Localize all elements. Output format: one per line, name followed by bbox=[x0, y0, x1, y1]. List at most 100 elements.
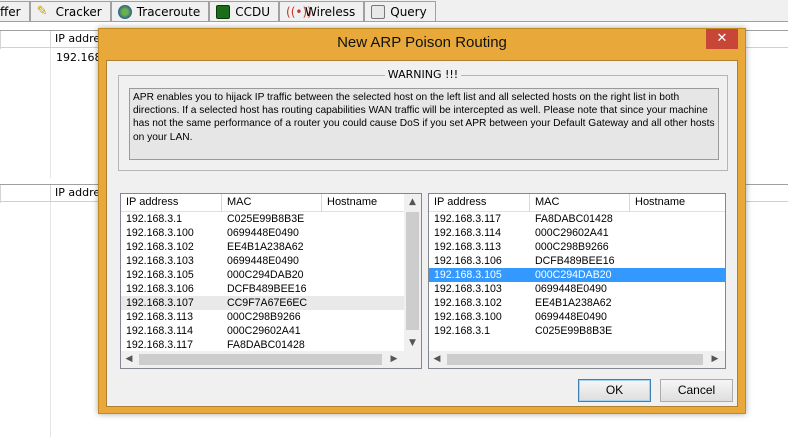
right-col-hostname[interactable]: Hostname bbox=[630, 194, 725, 212]
tab-ccdu[interactable]: CCDU bbox=[209, 1, 280, 21]
scroll-down-icon[interactable]: ▼ bbox=[404, 335, 421, 351]
host-list-row[interactable]: 192.168.3.1 C025E99B8B3E bbox=[121, 212, 404, 226]
row-mac-address: C025E99B8B3E bbox=[227, 213, 305, 225]
right-col-ip[interactable]: IP address bbox=[429, 194, 530, 212]
row-mac-address: 0699448E0490 bbox=[227, 255, 299, 267]
row-ip-address: 192.168.3.103 bbox=[126, 255, 194, 267]
row-ip-address: 192.168.3.100 bbox=[126, 227, 194, 239]
tab-query[interactable]: Query bbox=[364, 1, 436, 21]
tab-traceroute[interactable]: Traceroute bbox=[110, 1, 210, 21]
scroll-thumb[interactable] bbox=[406, 212, 419, 330]
top-list-col-blank bbox=[0, 31, 50, 49]
host-list-row[interactable]: 192.168.3.106 DCFB489BEE16 bbox=[121, 282, 404, 296]
row-ip-address: 192.168.3.114 bbox=[434, 227, 501, 239]
left-vertical-scrollbar[interactable]: ▲ ▼ bbox=[404, 194, 421, 351]
row-mac-address: 000C298B9266 bbox=[535, 241, 609, 253]
host-list-row[interactable]: 192.168.3.105 000C294DAB20 bbox=[121, 268, 404, 282]
wireless-icon: ((•)) bbox=[286, 4, 312, 19]
row-ip-address: 192.168.3.106 bbox=[126, 283, 194, 295]
host-list-row[interactable]: 192.168.3.106 DCFB489BEE16 bbox=[429, 254, 725, 268]
scroll-left-icon[interactable]: ◀ bbox=[121, 351, 137, 368]
row-mac-address: EE4B1A238A62 bbox=[535, 297, 612, 309]
top-list-gridline bbox=[50, 48, 51, 178]
host-list-row[interactable]: 192.168.3.113 000C298B9266 bbox=[121, 310, 404, 324]
row-ip-address: 192.168.3.102 bbox=[126, 241, 194, 253]
row-mac-address: DCFB489BEE16 bbox=[227, 283, 307, 295]
row-mac-address: 000C29602A41 bbox=[227, 325, 301, 337]
host-list-row[interactable]: 192.168.3.117 FA8DABC01428 bbox=[121, 338, 404, 352]
host-list-row[interactable]: 192.168.3.103 0699448E0490 bbox=[429, 282, 725, 296]
bottom-list-gridline bbox=[50, 202, 51, 437]
host-list-row[interactable]: 192.168.3.100 0699448E0490 bbox=[121, 226, 404, 240]
close-button[interactable]: ✕ bbox=[706, 29, 738, 49]
host-list-row[interactable]: 192.168.3.1 C025E99B8B3E bbox=[429, 324, 725, 338]
main-tab-bar: ffer ✎ Cracker Traceroute CCDU ((•)) Wir… bbox=[0, 0, 788, 22]
host-list-row[interactable]: 192.168.3.105 000C294DAB20 bbox=[429, 268, 725, 282]
scroll-left-icon[interactable]: ◀ bbox=[429, 351, 445, 368]
traceroute-icon bbox=[117, 4, 132, 19]
row-ip-address: 192.168.3.107 bbox=[126, 297, 194, 309]
right-list-rows: 192.168.3.117 FA8DABC01428 192.168.3.114 00… bbox=[429, 212, 725, 338]
tab-sniffer[interactable]: ffer bbox=[0, 1, 30, 21]
scroll-right-icon[interactable]: ▶ bbox=[707, 351, 723, 368]
row-mac-address: C025E99B8B3E bbox=[535, 325, 613, 337]
row-ip-address: 192.168.3.103 bbox=[434, 283, 502, 295]
close-icon: ✕ bbox=[716, 31, 728, 46]
host-list-row[interactable]: 192.168.3.117 FA8DABC01428 bbox=[429, 212, 725, 226]
row-mac-address: FA8DABC01428 bbox=[535, 213, 613, 225]
cracker-icon: ✎ bbox=[36, 3, 48, 19]
host-list-row[interactable]: 192.168.3.113 000C298B9266 bbox=[429, 240, 725, 254]
tab-cracker[interactable]: ✎ Cracker bbox=[29, 1, 111, 21]
host-list-row[interactable]: 192.168.3.102 EE4B1A238A62 bbox=[429, 296, 725, 310]
row-ip-address: 192.168.3.1 bbox=[126, 213, 182, 225]
row-mac-address: 000C294DAB20 bbox=[535, 269, 612, 281]
right-horizontal-scrollbar[interactable]: ◀ ▶ bbox=[429, 351, 725, 368]
row-mac-address: CC9F7A67E6EC bbox=[227, 297, 308, 309]
left-col-ip[interactable]: IP address bbox=[121, 194, 222, 212]
row-ip-address: 192.168.3.105 bbox=[126, 269, 194, 281]
dialog-client-area: WARNING !!! APR enables you to hijack IP… bbox=[106, 60, 738, 407]
warning-groupbox: WARNING !!! APR enables you to hijack IP… bbox=[118, 68, 728, 171]
dialog-titlebar[interactable]: New ARP Poison Routing ✕ bbox=[99, 29, 745, 59]
row-ip-address: 192.168.3.117 bbox=[126, 339, 193, 351]
ok-button[interactable]: OK bbox=[578, 379, 651, 402]
ccdu-icon bbox=[216, 4, 231, 19]
row-ip-address: 192.168.3.100 bbox=[434, 311, 502, 323]
scroll-up-icon[interactable]: ▲ bbox=[404, 194, 421, 210]
scroll-right-icon[interactable]: ▶ bbox=[386, 351, 402, 368]
left-host-list[interactable]: IP address MAC Hostname 192.168.3.1 C025E… bbox=[120, 193, 422, 369]
row-mac-address: 000C29602A41 bbox=[535, 227, 609, 239]
cancel-button[interactable]: Cancel bbox=[660, 379, 733, 402]
scroll-thumb[interactable] bbox=[447, 354, 703, 365]
dialog-title: New ARP Poison Routing bbox=[337, 34, 507, 51]
left-col-hostname[interactable]: Hostname bbox=[322, 194, 404, 212]
right-host-list[interactable]: IP address MAC Hostname 192.168.3.117 FA8… bbox=[428, 193, 726, 369]
row-ip-address: 192.168.3.102 bbox=[434, 297, 502, 309]
arp-routing-dialog: New ARP Poison Routing ✕ WARNING !!! APR… bbox=[98, 28, 746, 414]
query-icon bbox=[371, 4, 386, 19]
left-horizontal-scrollbar[interactable]: ◀ ▶ bbox=[121, 351, 404, 368]
host-list-row[interactable]: 192.168.3.102 EE4B1A238A62 bbox=[121, 240, 404, 254]
row-ip-address: 192.168.3.113 bbox=[434, 241, 501, 253]
row-mac-address: 000C298B9266 bbox=[227, 311, 301, 323]
host-list-row[interactable]: 192.168.3.114 000C29602A41 bbox=[121, 324, 404, 338]
row-mac-address: DCFB489BEE16 bbox=[535, 255, 615, 267]
right-col-mac[interactable]: MAC bbox=[530, 194, 630, 212]
warning-text: APR enables you to hijack IP traffic bet… bbox=[129, 88, 719, 160]
left-col-mac[interactable]: MAC bbox=[222, 194, 322, 212]
row-mac-address: FA8DABC01428 bbox=[227, 339, 305, 351]
host-list-row[interactable]: 192.168.3.103 0699448E0490 bbox=[121, 254, 404, 268]
scroll-corner bbox=[404, 351, 421, 368]
scroll-thumb[interactable] bbox=[139, 354, 382, 365]
row-ip-address: 192.168.3.113 bbox=[126, 311, 193, 323]
tab-wireless[interactable]: ((•)) Wireless bbox=[279, 1, 365, 21]
host-list-row[interactable]: 192.168.3.107 CC9F7A67E6EC bbox=[121, 296, 404, 310]
row-ip-address: 192.168.3.1 bbox=[434, 325, 490, 337]
host-list-row[interactable]: 192.168.3.100 0699448E0490 bbox=[429, 310, 725, 324]
host-list-row[interactable]: 192.168.3.114 000C29602A41 bbox=[429, 226, 725, 240]
row-mac-address: 0699448E0490 bbox=[227, 227, 299, 239]
row-mac-address: 000C294DAB20 bbox=[227, 269, 304, 281]
row-mac-address: EE4B1A238A62 bbox=[227, 241, 304, 253]
right-list-header: IP address MAC Hostname bbox=[429, 194, 725, 212]
row-ip-address: 192.168.3.114 bbox=[126, 325, 193, 337]
